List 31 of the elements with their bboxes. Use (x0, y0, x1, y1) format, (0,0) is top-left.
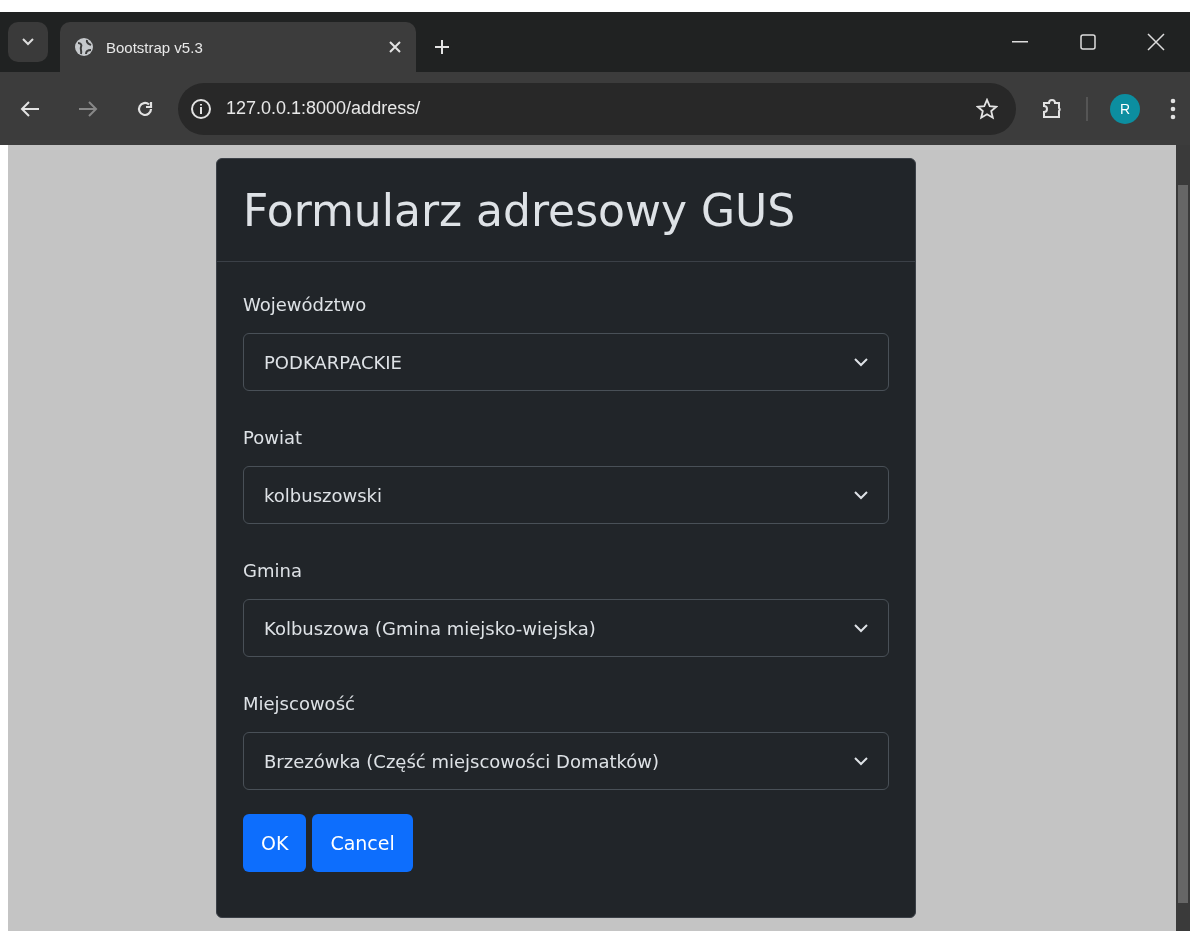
select-field[interactable]: kolbuszowski (243, 466, 889, 524)
url-text: 127.0.0.1:8000/address/ (226, 98, 422, 119)
globe-icon (74, 37, 94, 57)
address-bar[interactable]: 127.0.0.1:8000/address/ (178, 82, 1016, 135)
select-field[interactable]: Kolbuszowa (Gmina miejsko-wiejska) (243, 599, 889, 657)
forward-icon[interactable] (78, 99, 98, 118)
field-label: Gmina (243, 560, 303, 581)
field-label: Miejscowość (243, 693, 356, 714)
reload-icon[interactable] (136, 99, 154, 118)
chevron-icon (22, 38, 34, 46)
ok-button[interactable]: OK (243, 814, 307, 872)
cancel-button[interactable]: Cancel (312, 814, 413, 872)
chevron-icon (854, 357, 868, 367)
chevron-icon (854, 623, 868, 633)
chevron-icon (854, 490, 868, 500)
scrollbar[interactable] (1176, 145, 1190, 931)
puzzle-icon[interactable] (1040, 96, 1064, 121)
form-title: Formularz adresowy GUS (243, 184, 796, 236)
tab-title: Bootstrap v5.3 (106, 38, 204, 56)
info-icon[interactable] (190, 97, 212, 120)
chevron-icon (854, 756, 868, 766)
profile-avatar[interactable]: R (1110, 93, 1140, 124)
field-label: Powiat (243, 427, 304, 448)
browser-tab[interactable]: Bootstrap v5.3 (60, 22, 416, 72)
select-field[interactable]: PODKARPACKIE (243, 333, 889, 391)
menu-icon[interactable] (1170, 97, 1176, 120)
close-icon[interactable] (388, 40, 402, 54)
back-icon[interactable] (20, 99, 40, 118)
star-icon[interactable] (976, 97, 998, 120)
select-field[interactable]: Brzezówka (Część miejscowości Domatków) (243, 732, 889, 790)
field-label: Województwo (243, 294, 368, 315)
